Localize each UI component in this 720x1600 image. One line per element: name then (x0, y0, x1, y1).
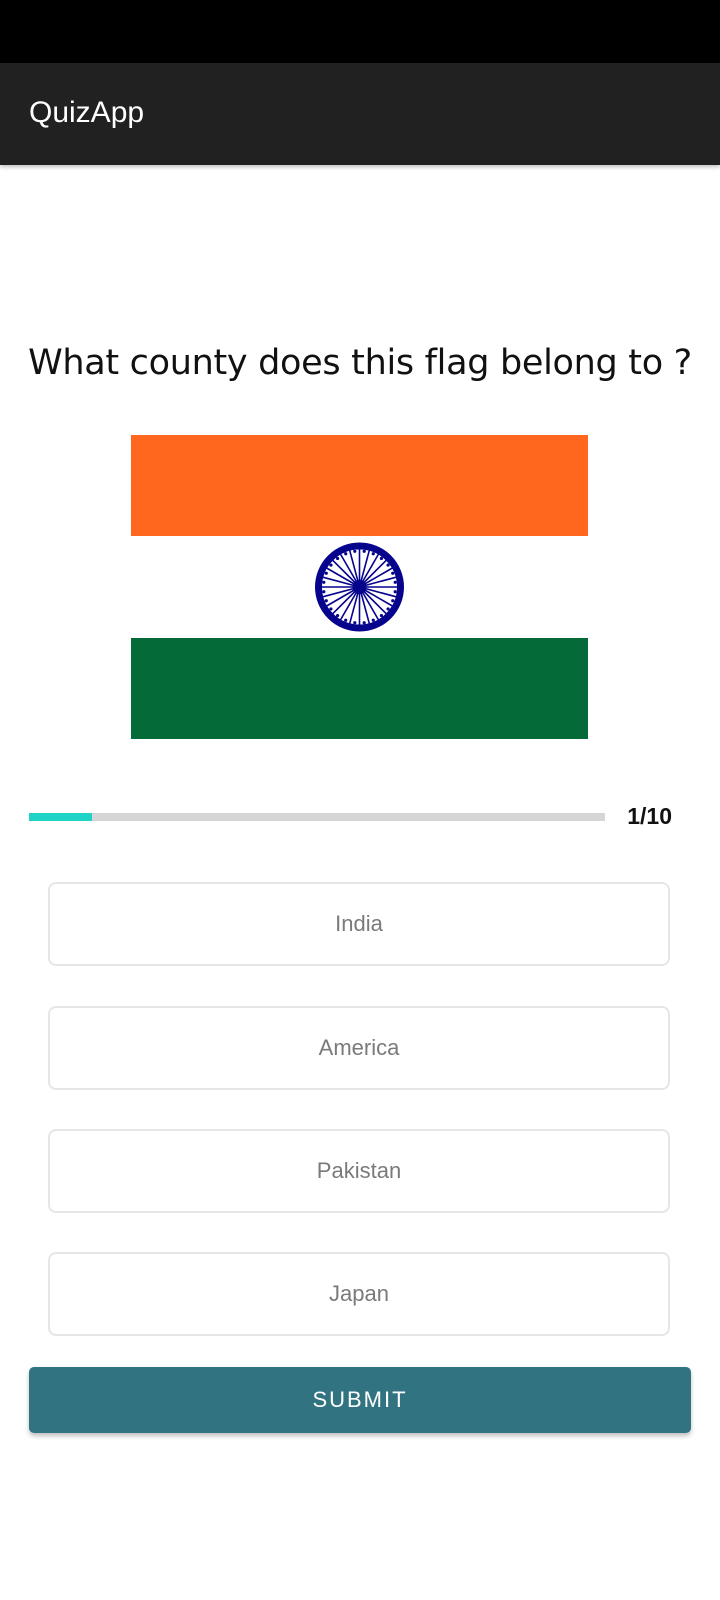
option-button-1[interactable]: India (48, 882, 670, 966)
option-label: Pakistan (316, 1158, 402, 1183)
question-text: What county does this flag belong to ? (28, 343, 692, 383)
progress-bar (29, 813, 605, 821)
flag-green-band (131, 638, 588, 739)
option-label: India (335, 911, 383, 936)
option-label: Japan (329, 1281, 389, 1306)
app-title: QuizApp (29, 96, 145, 129)
progress-label: 1/10 (627, 803, 672, 829)
option-button-3[interactable]: Pakistan (48, 1129, 670, 1213)
india-flag-icon (131, 435, 588, 739)
ashoka-chakra-icon (315, 542, 404, 632)
option-label: America (318, 1035, 400, 1060)
flag-saffron-band (131, 435, 588, 536)
option-button-4[interactable]: Japan (48, 1252, 670, 1336)
app-bar: QuizApp (0, 63, 720, 165)
submit-button[interactable]: SUBMIT (29, 1367, 691, 1433)
progress-bar-fill (29, 813, 93, 821)
status-bar (0, 0, 720, 63)
submit-label: SUBMIT (312, 1387, 408, 1412)
option-button-2[interactable]: America (48, 1006, 670, 1090)
